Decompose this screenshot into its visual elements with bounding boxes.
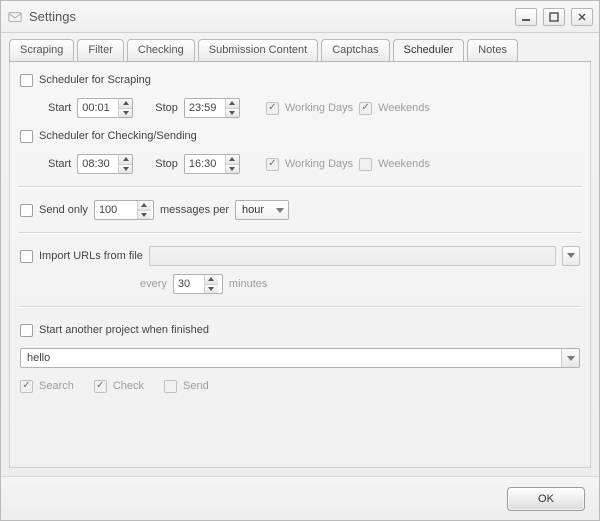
checking-stop-label: Stop [155, 158, 178, 170]
send-only-checkbox[interactable] [20, 204, 33, 217]
import-urls-path-input[interactable] [149, 246, 556, 266]
scraping-weekends-label: Weekends [378, 102, 430, 114]
start-project-input[interactable] [21, 349, 561, 367]
spinner-down-icon[interactable] [226, 109, 239, 118]
import-urls-every-label: every [140, 278, 167, 290]
send-only-middle-label: messages per [160, 204, 229, 216]
send-only-unit-value: hour [242, 204, 264, 216]
scraping-start-spinner[interactable] [77, 98, 133, 118]
start-project-combo-row [20, 346, 580, 370]
checking-weekends-label: Weekends [378, 158, 430, 170]
scheduler-checking-label: Scheduler for Checking/Sending [39, 130, 197, 142]
spinner-down-icon[interactable] [205, 285, 218, 294]
checking-working-days-checkbox[interactable] [266, 158, 279, 171]
send-only-count-input[interactable] [95, 201, 137, 219]
window-title: Settings [29, 9, 76, 24]
dialog-footer: OK [1, 476, 599, 520]
scraping-stop-input[interactable] [185, 99, 225, 117]
spinner-up-icon[interactable] [205, 275, 218, 285]
spinner-up-icon[interactable] [119, 99, 132, 109]
scraping-stop-label: Stop [155, 102, 178, 114]
settings-window: Settings Scraping Filter Checking Submis… [0, 0, 600, 521]
start-project-checkbox[interactable] [20, 324, 33, 337]
import-urls-every-spinner[interactable] [173, 274, 223, 294]
send-only-label: Send only [39, 204, 88, 216]
tab-filter[interactable]: Filter [77, 39, 123, 61]
scheduler-scraping-checkbox[interactable] [20, 74, 33, 87]
send-only-count-spinner[interactable] [94, 200, 154, 220]
start-project-row: Start another project when finished [20, 318, 580, 342]
close-button[interactable] [571, 8, 593, 26]
start-project-search-checkbox[interactable] [20, 380, 33, 393]
ok-button[interactable]: OK [507, 487, 585, 511]
tab-content-scheduler: Scheduler for Scraping Start Stop Workin… [9, 62, 591, 468]
scheduler-checking-row: Scheduler for Checking/Sending [20, 124, 580, 148]
start-project-options-row: Search Check Send [20, 374, 580, 398]
checking-weekends-checkbox[interactable] [359, 158, 372, 171]
import-urls-label: Import URLs from file [39, 250, 143, 262]
app-icon [7, 9, 23, 25]
send-only-row: Send only messages per hour [20, 198, 580, 222]
scheduler-scraping-times: Start Stop Working Days Weekends [20, 96, 580, 120]
spinner-down-icon[interactable] [119, 165, 132, 174]
checking-stop-spinner[interactable] [184, 154, 240, 174]
import-urls-every-input[interactable] [174, 275, 204, 293]
spinner-down-icon[interactable] [138, 211, 151, 220]
spinner-down-icon[interactable] [226, 165, 239, 174]
spinner-up-icon[interactable] [226, 99, 239, 109]
scraping-working-days-label: Working Days [285, 102, 353, 114]
import-urls-row: Import URLs from file [20, 244, 580, 268]
spinner-up-icon[interactable] [119, 155, 132, 165]
window-controls [515, 8, 593, 26]
scraping-start-input[interactable] [78, 99, 118, 117]
scraping-working-days-checkbox[interactable] [266, 102, 279, 115]
scraping-start-label: Start [48, 102, 71, 114]
import-urls-checkbox[interactable] [20, 250, 33, 263]
titlebar: Settings [1, 1, 599, 33]
start-project-combo[interactable] [20, 348, 580, 368]
scraping-weekends-checkbox[interactable] [359, 102, 372, 115]
import-urls-minutes-label: minutes [229, 278, 268, 290]
spinner-up-icon[interactable] [138, 201, 151, 211]
tab-scraping[interactable]: Scraping [9, 39, 74, 61]
checking-working-days-label: Working Days [285, 158, 353, 170]
minimize-button[interactable] [515, 8, 537, 26]
checking-start-label: Start [48, 158, 71, 170]
start-project-check-label: Check [113, 380, 144, 392]
scraping-stop-spinner[interactable] [184, 98, 240, 118]
import-urls-every-row: every minutes [20, 272, 580, 296]
spinner-up-icon[interactable] [226, 155, 239, 165]
chevron-down-icon [276, 204, 284, 216]
checking-start-spinner[interactable] [77, 154, 133, 174]
start-project-check-checkbox[interactable] [94, 380, 107, 393]
send-only-unit-select[interactable]: hour [235, 200, 289, 220]
scheduler-scraping-row: Scheduler for Scraping [20, 68, 580, 92]
start-project-send-label: Send [183, 380, 209, 392]
tabstrip: Scraping Filter Checking Submission Cont… [1, 33, 599, 61]
scheduler-checking-checkbox[interactable] [20, 130, 33, 143]
checking-start-input[interactable] [78, 155, 118, 173]
start-project-search-label: Search [39, 380, 74, 392]
scheduler-scraping-label: Scheduler for Scraping [39, 74, 151, 86]
import-urls-browse-button[interactable] [562, 246, 580, 266]
checking-stop-input[interactable] [185, 155, 225, 173]
spinner-down-icon[interactable] [119, 109, 132, 118]
maximize-button[interactable] [543, 8, 565, 26]
start-project-label: Start another project when finished [39, 324, 209, 336]
tab-scheduler[interactable]: Scheduler [393, 39, 465, 61]
start-project-send-checkbox[interactable] [164, 380, 177, 393]
tab-notes[interactable]: Notes [467, 39, 518, 61]
scheduler-checking-times: Start Stop Working Days Weekends [20, 152, 580, 176]
tab-submission-content[interactable]: Submission Content [198, 39, 318, 61]
tab-captchas[interactable]: Captchas [321, 39, 389, 61]
tab-checking[interactable]: Checking [127, 39, 195, 61]
chevron-down-icon[interactable] [561, 349, 579, 367]
